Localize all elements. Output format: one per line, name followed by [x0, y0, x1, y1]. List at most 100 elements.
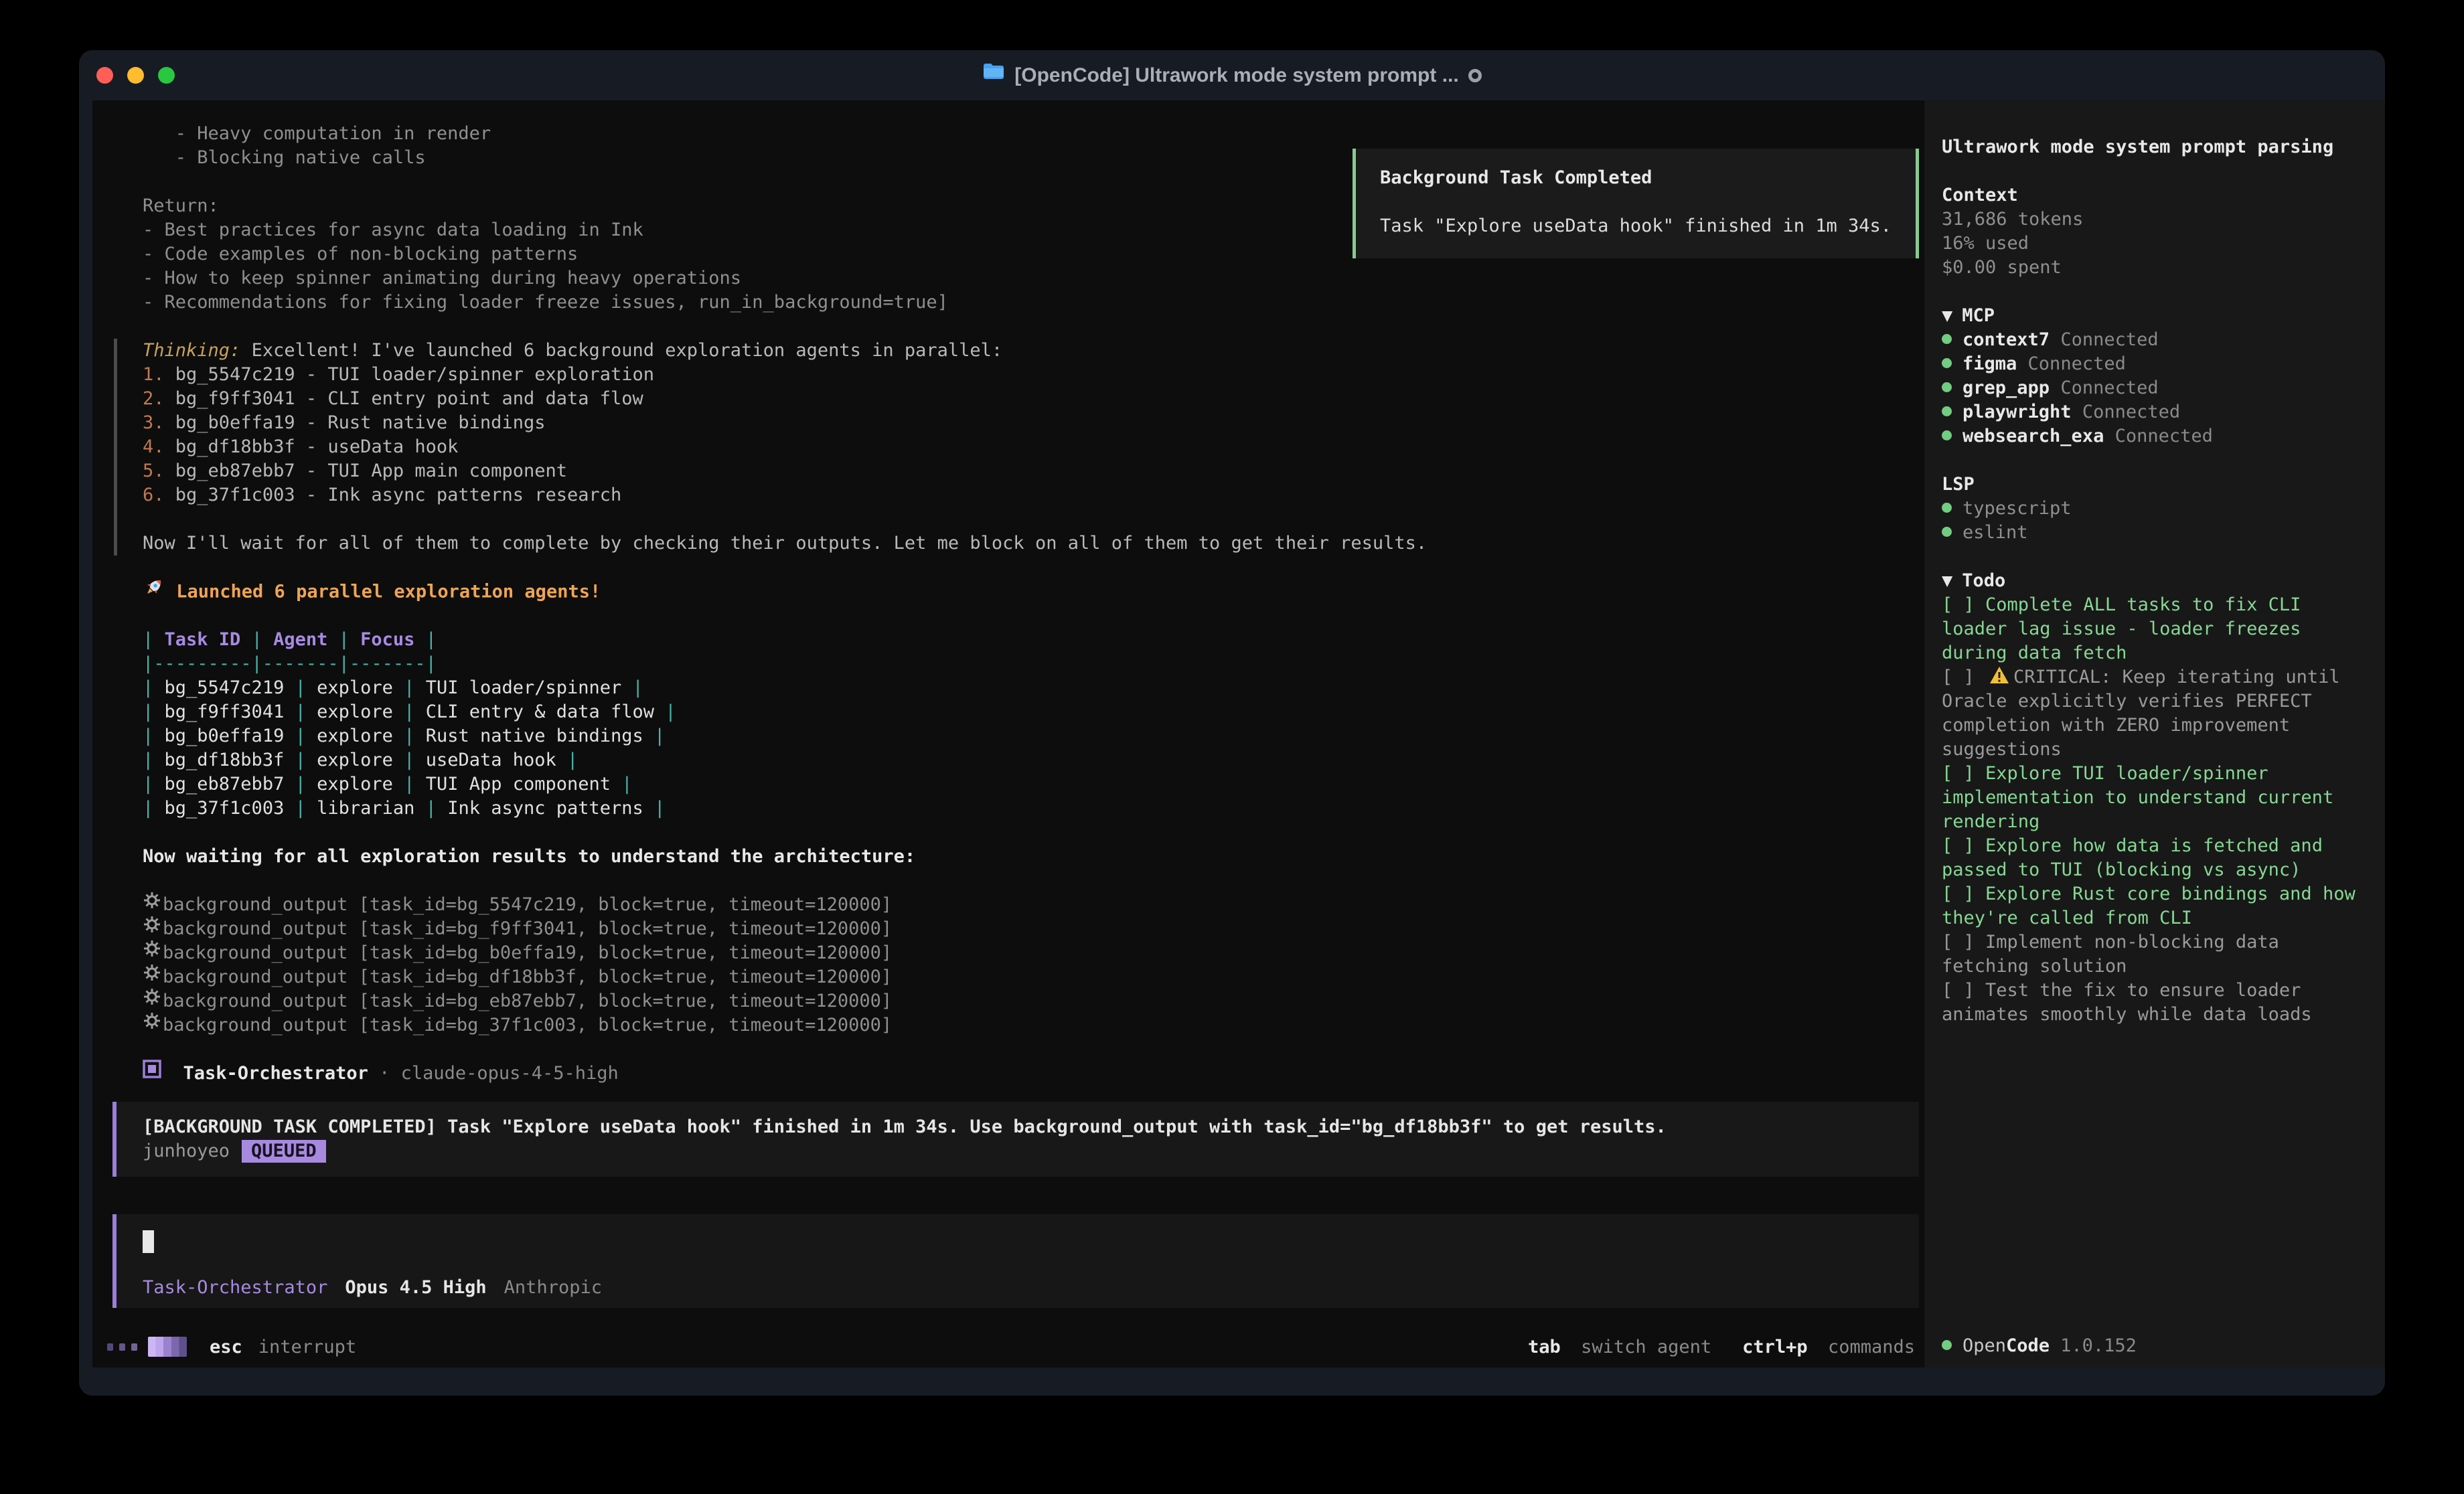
app-version: 1.0.152 — [2060, 1334, 2137, 1358]
todo-item: [ ] Test the fix to ensure loader animat… — [1942, 979, 2369, 1027]
status-dot-icon — [1942, 1340, 1952, 1350]
mcp-server-item: playwright Connected — [1942, 400, 2369, 424]
transcript-line: Now waiting for all exploration results … — [92, 845, 1924, 869]
gear-icon — [143, 939, 163, 965]
queued-status-badge: QUEUED — [242, 1140, 326, 1163]
transcript-line: background_output [task_id=bg_37f1c003, … — [92, 1013, 1924, 1038]
terminal-main-pane: - Heavy computation in render - Blocking… — [92, 100, 1924, 1367]
connected-dot-icon — [1942, 382, 1952, 392]
mcp-server-item: figma Connected — [1942, 352, 2369, 376]
minimize-window-button[interactable] — [127, 67, 144, 84]
queued-message-text: [BACKGROUND TASK COMPLETED] Task "Explor… — [143, 1115, 1903, 1139]
context-section: Context 31,686 tokens 16% used $0.00 spe… — [1942, 183, 2369, 280]
transcript-line: Task-Orchestrator · claude-opus-4-5-high — [92, 1062, 1924, 1086]
message-author: junhoyeo — [143, 1139, 230, 1163]
prompt-input[interactable]: Task-Orchestrator Opus 4.5 High Anthropi… — [112, 1214, 1919, 1308]
toast-body: Task "Explore useData hook" finished in … — [1380, 214, 1892, 238]
todo-item: [ ] Complete ALL tasks to fix CLI loader… — [1942, 593, 2369, 665]
transcript-line: - How to keep spinner animating during h… — [92, 266, 1924, 290]
tab-key-label: switch agent — [1581, 1337, 1711, 1357]
mcp-server-item: context7 Connected — [1942, 328, 2369, 352]
connected-dot-icon — [1942, 430, 1952, 440]
app-version-footer: OpenCode 1.0.152 — [1942, 1334, 2369, 1358]
close-window-button[interactable] — [96, 67, 113, 84]
transcript-line: | bg_5547c219 | explore | TUI loader/spi… — [92, 676, 1924, 700]
context-heading: Context — [1942, 183, 2369, 208]
lsp-section: LSP typescripteslint — [1942, 473, 2369, 545]
transcript-line: 6. bg_37f1c003 - Ink async patterns rese… — [114, 483, 1924, 507]
gear-icon — [143, 891, 163, 916]
folder-icon — [982, 61, 1005, 86]
transcript-line: - Recommendations for fixing loader free… — [92, 290, 1924, 315]
window-title: [OpenCode] Ultrawork mode system prompt … — [1014, 64, 1458, 87]
transcript-line: | bg_eb87ebb7 | explore | TUI App compon… — [92, 772, 1924, 797]
transcript-line: background_output [task_id=bg_df18bb3f, … — [92, 965, 1924, 989]
zoom-window-button[interactable] — [158, 67, 175, 84]
text-cursor — [143, 1230, 154, 1253]
transcript-line: Thinking: Excellent! I've launched 6 bac… — [114, 339, 1924, 363]
chevron-down-icon: ▼ — [1942, 305, 1952, 326]
status-bar: esc interrupt tab switch agent ctrl+p co… — [92, 1326, 1924, 1367]
model-provider: Anthropic — [504, 1276, 602, 1300]
transcript-line: background_output [task_id=bg_5547c219, … — [92, 893, 1924, 917]
transcript-line: | bg_37f1c003 | librarian | Ink async pa… — [92, 797, 1924, 821]
transcript-line: 2. bg_f9ff3041 - CLI entry point and dat… — [114, 387, 1924, 411]
transcript-line — [92, 604, 1924, 628]
transcript-line: background_output [task_id=bg_eb87ebb7, … — [92, 989, 1924, 1013]
transcript-line: - Heavy computation in render — [92, 122, 1924, 146]
todo-item: [ ] Implement non-blocking data fetching… — [1942, 930, 2369, 979]
gear-icon — [143, 1011, 163, 1037]
agentsq-icon — [143, 1060, 161, 1085]
opencode-window: [OpenCode] Ultrawork mode system prompt … — [79, 50, 2385, 1396]
active-model-name[interactable]: Opus 4.5 High — [345, 1276, 486, 1300]
transcript: - Heavy computation in render - Blocking… — [92, 122, 1924, 1086]
brand-open: Open — [1962, 1334, 2006, 1358]
session-ring-icon — [1468, 69, 1482, 82]
window-bottom-edge — [79, 1367, 2385, 1396]
traffic-lights — [96, 50, 175, 100]
background-task-toast: Background Task Completed Task "Explore … — [1353, 149, 1919, 258]
left-gutter — [79, 100, 92, 1367]
esc-key-hint: esc — [210, 1337, 242, 1357]
transcript-line — [114, 507, 1924, 531]
ctrlp-key-label: commands — [1828, 1337, 1915, 1357]
active-agent-name[interactable]: Task-Orchestrator — [143, 1276, 327, 1300]
transcript-line: 1. bg_5547c219 - TUI loader/spinner expl… — [114, 363, 1924, 387]
chevron-down-icon: ▼ — [1942, 570, 1952, 591]
transcript-line — [92, 821, 1924, 845]
context-used: 16% used — [1942, 232, 2369, 256]
todo-heading[interactable]: ▼Todo — [1942, 569, 2369, 593]
lsp-server-item: eslint — [1942, 521, 2369, 545]
connected-dot-icon — [1942, 334, 1952, 344]
connected-dot-icon — [1942, 406, 1952, 416]
todo-item: [ ] CRITICAL: Keep iterating until Oracl… — [1942, 665, 2369, 762]
tab-key-hint: tab — [1528, 1337, 1561, 1357]
warning-icon — [1989, 666, 2009, 691]
gear-icon — [143, 915, 163, 940]
spinner-bar-icon — [148, 1337, 187, 1357]
transcript-line: | bg_b0effa19 | explore | Rust native bi… — [92, 724, 1924, 748]
queued-message-card: [BACKGROUND TASK COMPLETED] Task "Explor… — [112, 1102, 1919, 1177]
rocket-icon — [143, 576, 165, 605]
transcript-line: | bg_f9ff3041 | explore | CLI entry & da… — [92, 700, 1924, 724]
todo-item: [ ] Explore TUI loader/spinner implement… — [1942, 762, 2369, 834]
transcript-line — [92, 556, 1924, 580]
connected-dot-icon — [1942, 503, 1952, 513]
transcript-line: Now I'll wait for all of them to complet… — [114, 531, 1924, 556]
spinner-dots-icon — [107, 1343, 137, 1351]
mcp-heading[interactable]: ▼MCP — [1942, 304, 2369, 328]
todo-item: [ ] Explore how data is fetched and pass… — [1942, 834, 2369, 882]
gear-icon — [143, 987, 163, 1013]
sidebar: Ultrawork mode system prompt parsing Con… — [1924, 100, 2385, 1367]
lsp-server-item: typescript — [1942, 497, 2369, 521]
transcript-line: 5. bg_eb87ebb7 - TUI App main component — [114, 459, 1924, 483]
session-title: Ultrawork mode system prompt parsing — [1942, 135, 2369, 159]
transcript-line: | Task ID | Agent | Focus | — [92, 628, 1924, 652]
todo-item: [ ] Explore Rust core bindings and how t… — [1942, 882, 2369, 930]
connected-dot-icon — [1942, 358, 1952, 368]
connected-dot-icon — [1942, 527, 1952, 537]
transcript-line — [92, 1038, 1924, 1062]
ctrlp-key-hint: ctrl+p — [1742, 1337, 1808, 1357]
transcript-line: | bg_df18bb3f | explore | useData hook | — [92, 748, 1924, 772]
gear-icon — [143, 963, 163, 989]
